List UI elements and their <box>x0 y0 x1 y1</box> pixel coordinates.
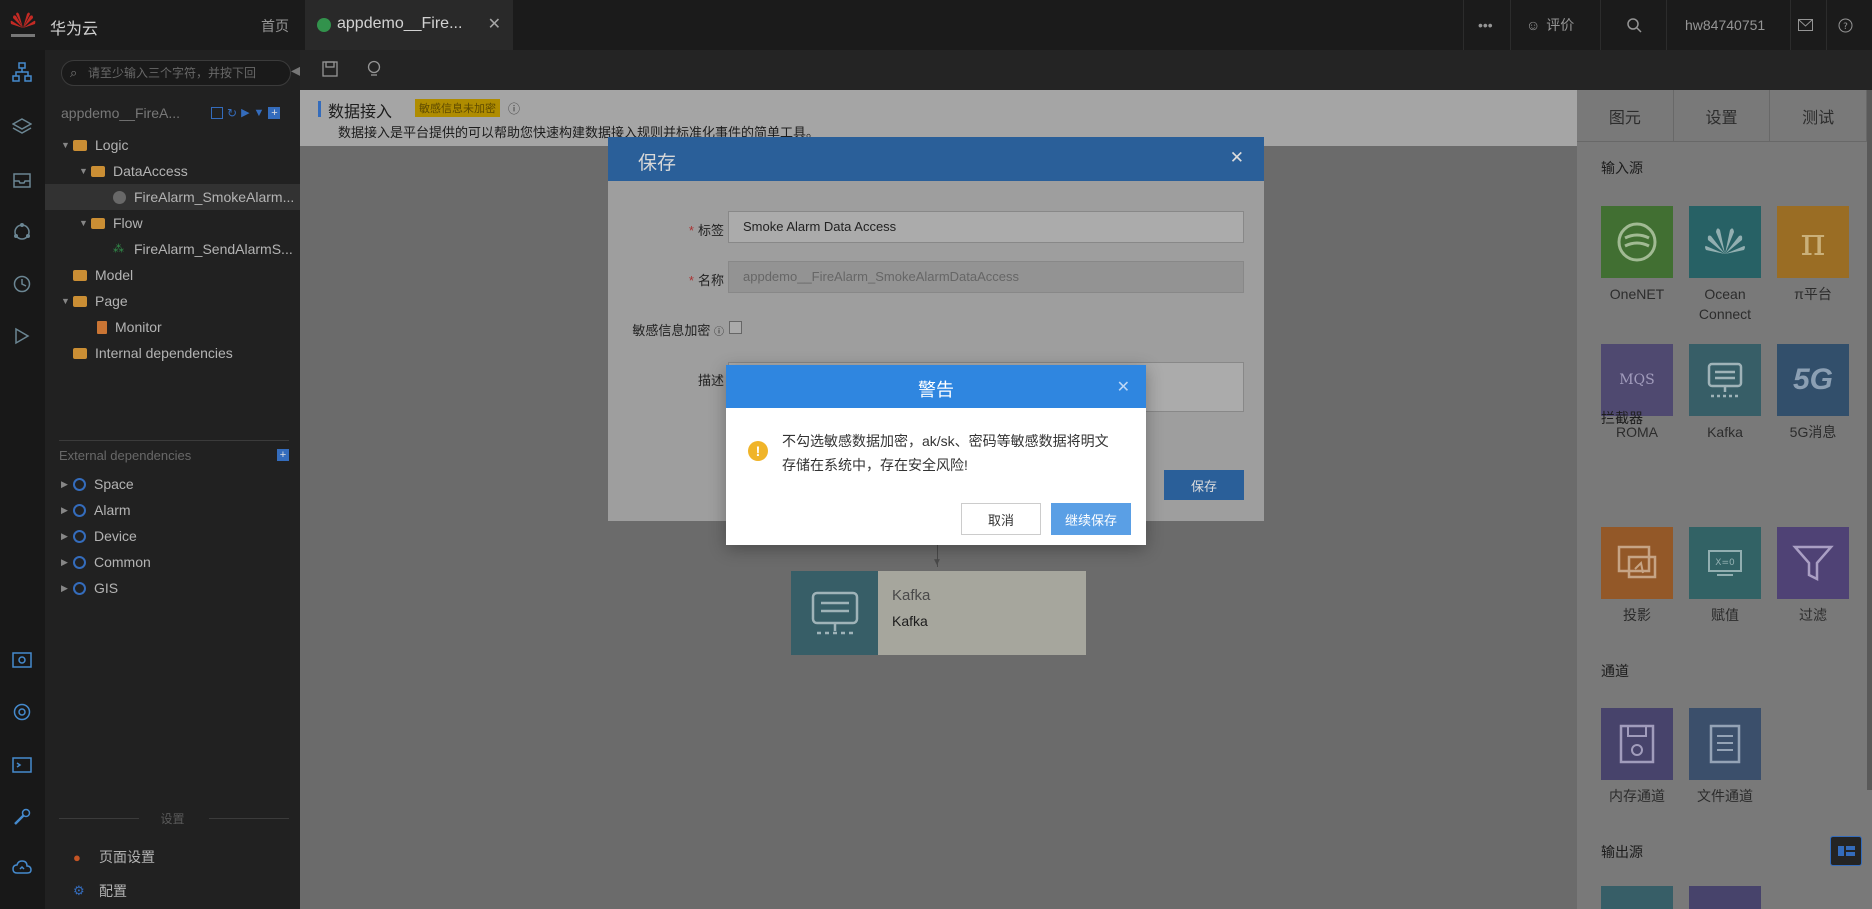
desc-field-label: 描述 <box>697 373 724 388</box>
warning-message: 不勾选敏感数据加密，ak/sk、密码等敏感数据将明文存储在系统中，存在安全风险! <box>782 433 1109 473</box>
save-button[interactable]: 保存 <box>1164 470 1244 500</box>
warning-icon: ! <box>748 441 768 461</box>
sensitive-field-label: 敏感信息加密 ⓘ <box>632 320 724 339</box>
warning-dialog: 警告 ✕ ! 不勾选敏感数据加密，ak/sk、密码等敏感数据将明文存储在系统中，… <box>726 365 1146 545</box>
sensitive-field-text: 敏感信息加密 <box>632 323 711 338</box>
name-field-label: * 名称 <box>688 273 724 288</box>
help-icon[interactable]: ⓘ <box>714 327 724 338</box>
name-input: appdemo__FireAlarm_SmokeAlarmDataAccess <box>728 261 1244 293</box>
warning-dialog-header: 警告 ✕ <box>726 365 1146 408</box>
warning-dialog-title: 警告 <box>918 380 954 400</box>
save-dialog-title: 保存 <box>638 153 677 174</box>
save-dialog-header: 保存 ✕ <box>608 137 1264 181</box>
name-field-text: 名称 <box>697 273 724 288</box>
close-icon[interactable]: ✕ <box>1117 377 1130 397</box>
close-icon[interactable]: ✕ <box>1230 148 1244 168</box>
cancel-button[interactable]: 取消 <box>961 503 1041 535</box>
encrypt-checkbox[interactable] <box>729 321 742 334</box>
label-input[interactable]: Smoke Alarm Data Access <box>728 211 1244 243</box>
continue-save-button[interactable]: 继续保存 <box>1051 503 1131 535</box>
label-field-label: * 标签 <box>688 223 724 238</box>
label-field-text: 标签 <box>697 223 724 238</box>
